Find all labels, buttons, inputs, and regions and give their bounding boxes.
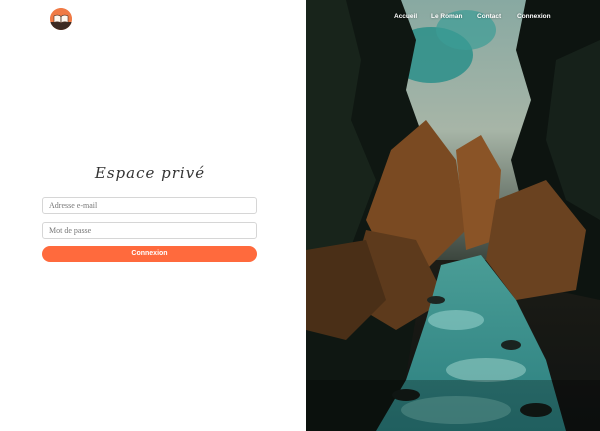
login-submit-button[interactable]: Connexion: [42, 246, 257, 262]
forest-illustration: [306, 0, 600, 431]
nav-connexion[interactable]: Connexion: [517, 13, 551, 20]
site-logo[interactable]: [50, 8, 72, 30]
forest-river-image: [306, 0, 600, 431]
nav-accueil[interactable]: Accueil: [394, 13, 417, 20]
open-book-icon: [50, 8, 72, 30]
nav-contact[interactable]: Contact: [477, 13, 501, 20]
nav-le-roman[interactable]: Le Roman: [431, 13, 462, 20]
page: Espace privé Connexion: [0, 0, 600, 431]
login-panel: Espace privé Connexion: [0, 0, 306, 431]
password-input[interactable]: [42, 222, 257, 239]
email-input[interactable]: [42, 197, 257, 214]
login-title: Espace privé: [94, 164, 206, 182]
